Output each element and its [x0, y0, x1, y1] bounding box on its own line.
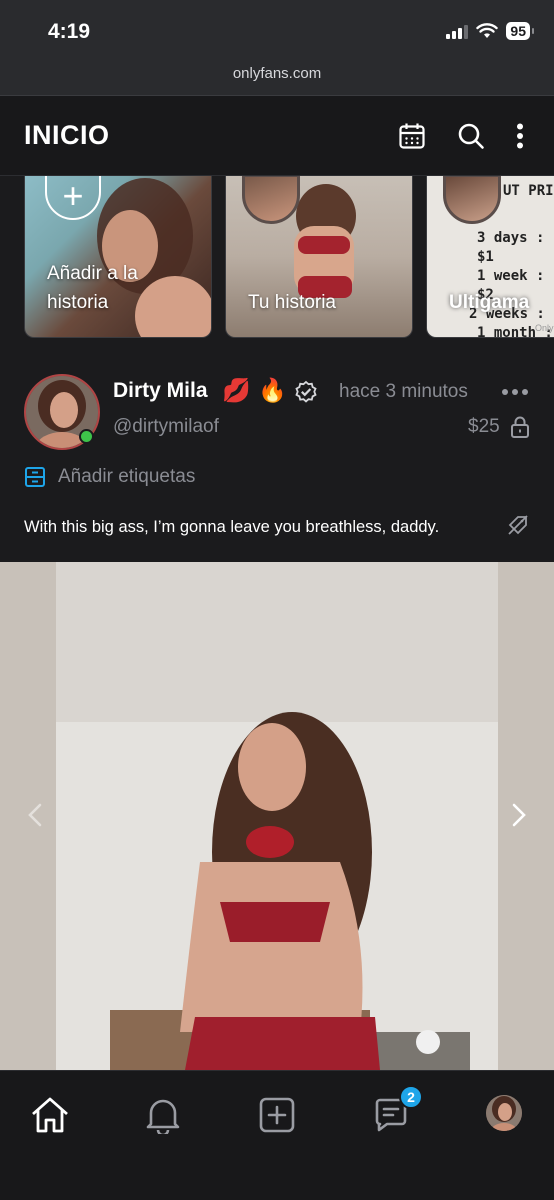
page-title: INICIO	[24, 120, 110, 150]
post-price: $25	[468, 416, 500, 437]
app-header: INICIO	[0, 96, 554, 176]
online-status-dot	[79, 429, 94, 444]
calendar-icon	[399, 123, 425, 149]
story-ultigama[interactable]: UT PRIC 3 days : $1 1 week : $2 2 weeks …	[426, 176, 554, 338]
tag-drawer-icon	[25, 467, 45, 487]
nav-notifications[interactable]	[141, 1093, 185, 1137]
story-watermark: OnlyF	[534, 323, 554, 333]
story-add[interactable]: + Añadir a la historia	[24, 176, 212, 338]
chevron-left-icon	[28, 803, 42, 827]
post-photo	[0, 562, 554, 1070]
prev-image-button[interactable]	[20, 797, 50, 833]
lock-icon	[511, 416, 529, 438]
nav-profile-avatar[interactable]	[486, 1095, 522, 1131]
post-caption: With this big ass, I’m gonna leave you b…	[24, 518, 440, 536]
chevron-right-icon	[512, 803, 526, 827]
verified-icon	[295, 380, 317, 403]
messages-badge: 2	[399, 1085, 423, 1109]
stories-carousel[interactable]: + Añadir a la historia Tu historia UT PR…	[0, 176, 554, 346]
home-icon	[32, 1097, 68, 1133]
author-name[interactable]: Dirty Mila	[113, 379, 208, 403]
next-image-button[interactable]	[504, 797, 534, 833]
post-media[interactable]	[0, 562, 554, 1070]
add-post-icon	[259, 1097, 295, 1133]
add-tags-button[interactable]: Añadir etiquetas	[24, 466, 195, 488]
bell-icon	[146, 1099, 180, 1134]
fire-emoji: 🔥	[258, 377, 287, 403]
status-bar: 4:19 95	[0, 0, 554, 62]
search-icon	[458, 123, 484, 149]
cellular-signal-icon	[446, 23, 469, 39]
vertical-dots-icon	[517, 123, 523, 149]
nav-home[interactable]	[28, 1093, 72, 1137]
battery-indicator: 95	[506, 22, 534, 40]
preview-line: UT PRIC	[503, 183, 554, 199]
status-icons: 95	[446, 22, 534, 40]
nav-new-post[interactable]	[255, 1093, 299, 1137]
story-label: Añadir a la historia	[47, 263, 138, 313]
post-more-icon[interactable]	[502, 382, 530, 402]
story-label: Ultigama	[449, 292, 530, 313]
browser-url-bar[interactable]: onlyfans.com	[0, 62, 554, 96]
add-tags-label: Añadir etiquetas	[58, 466, 196, 487]
kiss-emoji: 💋	[222, 377, 251, 403]
wifi-icon	[476, 23, 499, 38]
author-handle[interactable]: @dirtymilaof	[113, 416, 219, 438]
story-own[interactable]: Tu historia	[225, 176, 413, 338]
post-time: hace 3 minutos	[339, 381, 468, 402]
story-label: Tu historia	[248, 292, 336, 313]
more-options-button[interactable]	[500, 116, 540, 156]
calendar-button[interactable]	[392, 116, 432, 156]
preview-line: 3 days : $1	[477, 230, 545, 265]
bottom-navigation: 2	[0, 1070, 554, 1200]
url-text: onlyfans.com	[232, 65, 322, 82]
profile-avatar-photo	[486, 1095, 522, 1131]
status-time: 4:19	[48, 20, 91, 43]
tag-off-icon[interactable]	[507, 514, 529, 536]
search-button[interactable]	[451, 116, 491, 156]
